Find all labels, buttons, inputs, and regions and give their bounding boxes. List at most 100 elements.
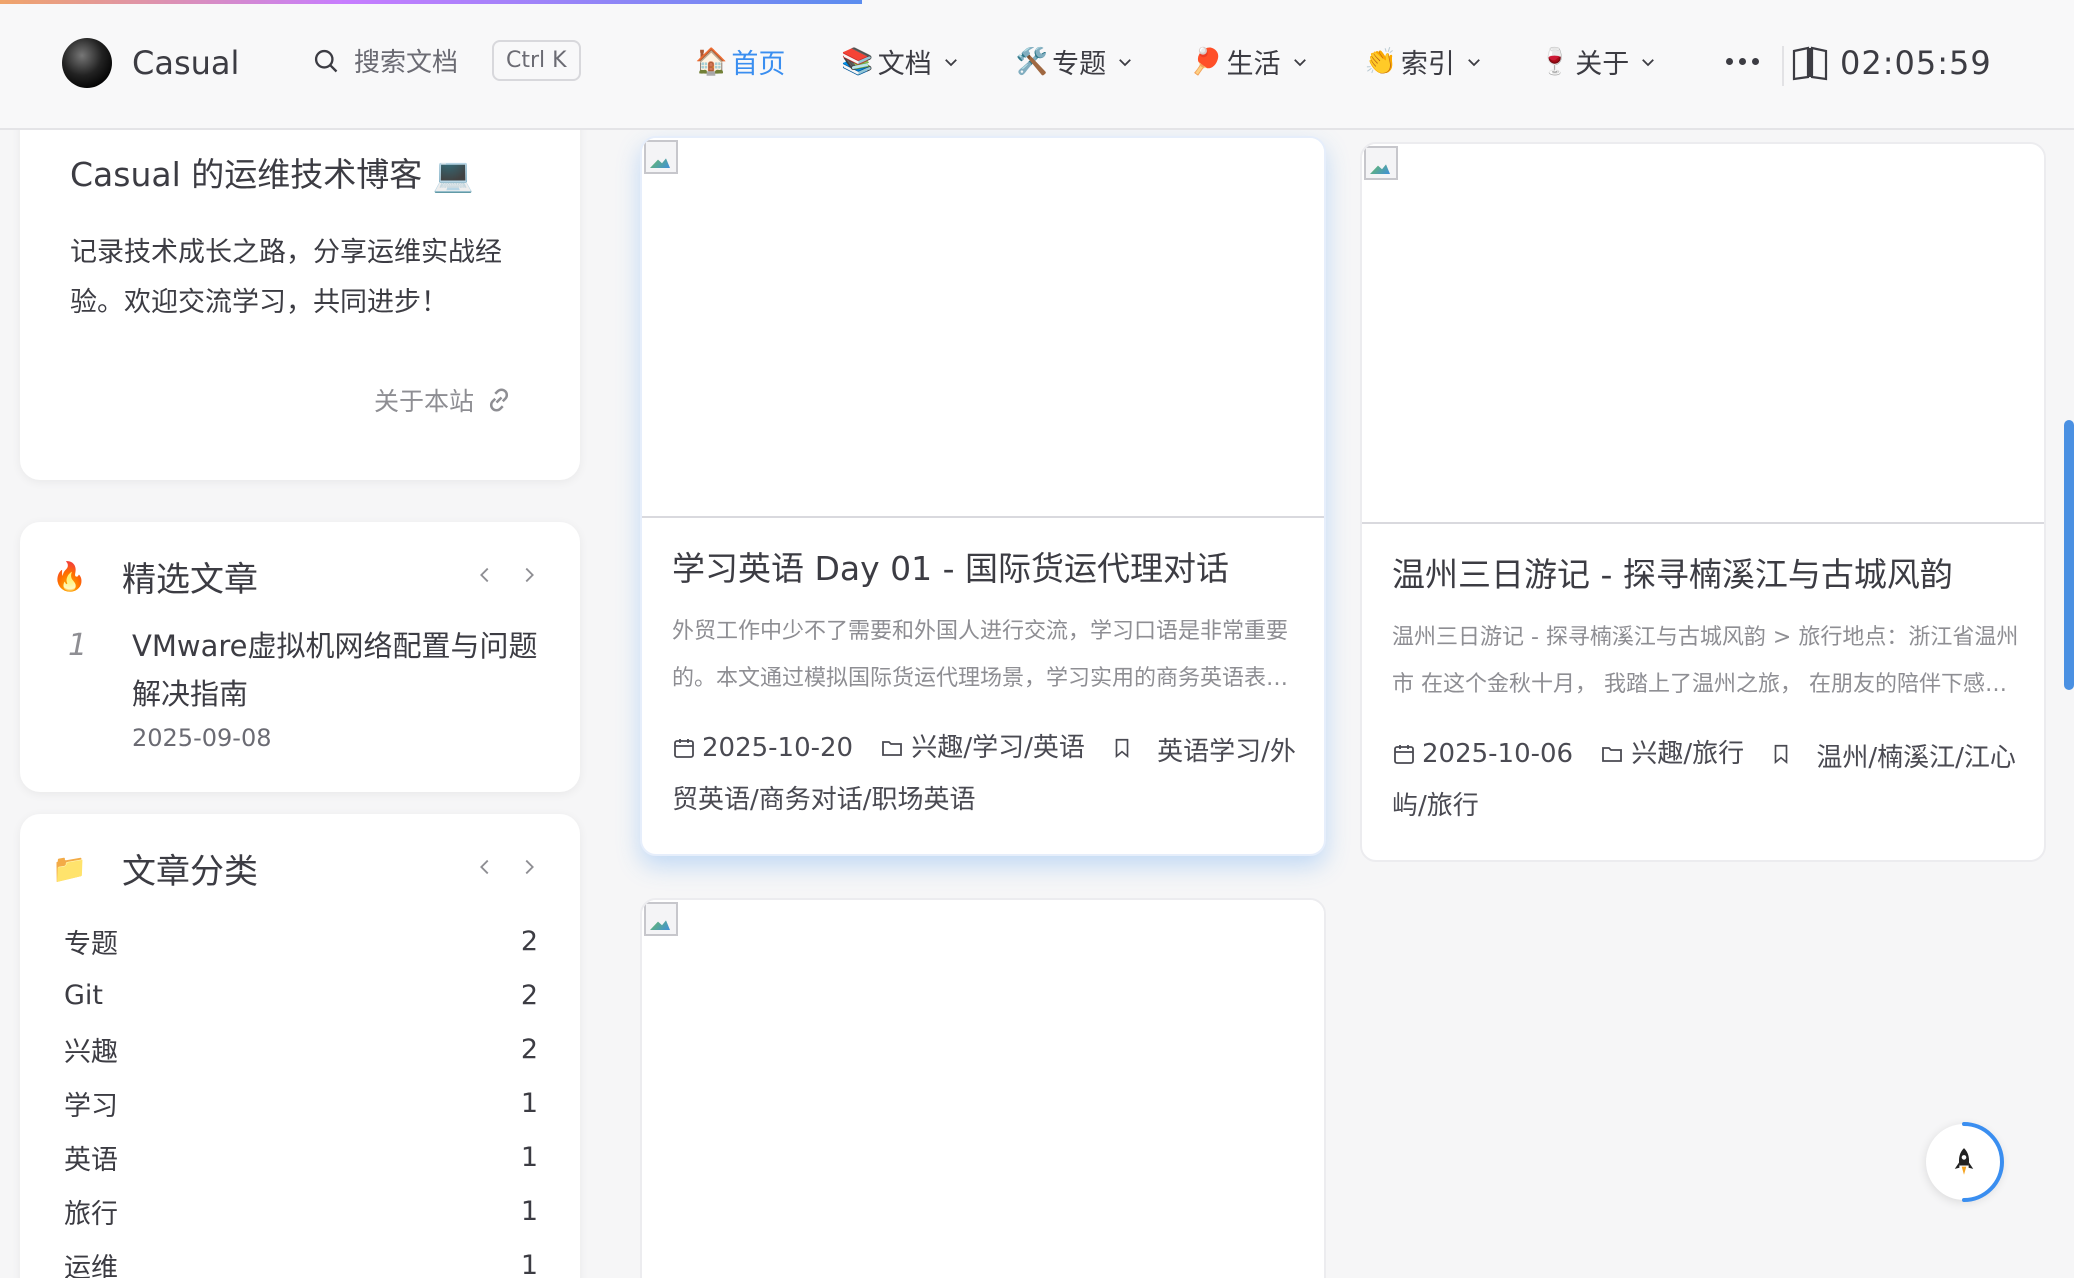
- nav-item-label: 专题: [1052, 49, 1107, 80]
- post-cover-image[interactable]: [642, 900, 1324, 1278]
- books-icon: 📚: [841, 46, 874, 77]
- blog-title: Casual 的运维技术博客 💻: [70, 155, 474, 194]
- category-item[interactable]: 旅行 1: [64, 1184, 544, 1238]
- category-name: 旅行: [64, 1198, 118, 1230]
- folder-icon: 📁: [52, 852, 87, 885]
- site-name: Casual: [132, 44, 240, 82]
- nav-clock: 02:05:59: [1790, 44, 1992, 82]
- post-title[interactable]: 温州三日游记 - 探寻楠溪江与古城风韵: [1392, 548, 1953, 596]
- category-count: 1: [520, 1249, 538, 1278]
- folder-outline-icon: [1602, 747, 1623, 762]
- featured-article-item[interactable]: 1 VMware虚拟机网络配置与问题解决指南 2025-09-08: [68, 622, 552, 752]
- page-scrollbar[interactable]: [2064, 420, 2074, 690]
- category-list: 专题 2 Git 2 兴趣 2 学习 1 英语 1 旅行 1 运维 1: [64, 914, 544, 1278]
- nav-item-life[interactable]: 🏓 生活: [1190, 42, 1308, 81]
- nav-item-label: 索引: [1400, 49, 1455, 80]
- post-card[interactable]: 温州三日游记 - 探寻楠溪江与古城风韵 温州三日游记 - 探寻楠溪江与古城风韵 …: [1360, 142, 2046, 862]
- post-excerpt: 温州三日游记 - 探寻楠溪江与古城风韵 > 旅行地点：浙江省温州市 在这个金秋十…: [1392, 625, 2019, 697]
- blog-description: 记录技术成长之路，分享运维实战经验。欢迎交流学习，共同进步！: [70, 237, 502, 318]
- featured-articles-card: 🔥 精选文章 1 VMware虚拟机网络配置与问题解决指南 2025-09-08: [20, 522, 580, 792]
- site-logo[interactable]: Casual: [62, 38, 239, 88]
- category-count: 1: [520, 1087, 538, 1119]
- post-card[interactable]: [640, 898, 1326, 1278]
- category-name: 学习: [64, 1090, 118, 1122]
- chevron-down-icon: [942, 53, 960, 71]
- post-title[interactable]: 学习英语 Day 01 - 国际货运代理对话: [672, 542, 1229, 590]
- category-count: 2: [520, 925, 538, 957]
- post-category[interactable]: 兴趣/旅行: [1599, 730, 1744, 778]
- category-item[interactable]: Git 2: [64, 968, 544, 1022]
- category-name: 兴趣: [64, 1036, 118, 1068]
- bookmark-icon: [1775, 744, 1788, 765]
- chevron-down-icon: [1639, 53, 1657, 71]
- nav-item-label: 首页: [731, 49, 786, 80]
- category-item[interactable]: 学习 1: [64, 1076, 544, 1130]
- top-navbar: Casual 搜索文档 Ctrl K 🏠 首页 📚 文档 🛠️ 专题 🏓 生活 …: [0, 0, 2074, 130]
- scroll-progress-ring: [1962, 1122, 2004, 1202]
- fire-icon: 🔥: [52, 560, 87, 593]
- category-name: Git: [64, 979, 104, 1011]
- carousel-controls: [474, 562, 540, 588]
- post-card[interactable]: 学习英语 Day 01 - 国际货运代理对话 外贸工作中少不了需要和外国人进行交…: [640, 136, 1326, 856]
- post-category-text: 兴趣/学习/英语: [911, 733, 1085, 763]
- nav-item-topics[interactable]: 🛠️ 专题: [1016, 42, 1134, 81]
- search-icon: [314, 49, 338, 72]
- tools-icon: 🛠️: [1015, 46, 1049, 77]
- category-count: 2: [520, 1033, 538, 1065]
- reading-progress-bar: [0, 0, 862, 4]
- post-tags[interactable]: [1111, 736, 1139, 760]
- about-card: Casual 的运维技术博客 💻 记录技术成长之路，分享运维实战经验。欢迎交流学…: [20, 100, 580, 480]
- search-label: 搜索文档: [354, 48, 459, 78]
- post-date: 2025-10-06: [1392, 730, 1573, 778]
- category-item[interactable]: 英语 1: [64, 1130, 544, 1184]
- main-menu: 🏠 首页 📚 文档 🛠️ 专题 🏓 生活 👏 索引 🍷 关于: [695, 42, 1713, 81]
- dot: [1726, 58, 1733, 65]
- category-name: 专题: [64, 928, 118, 960]
- nav-item-index[interactable]: 👏 索引: [1365, 42, 1483, 81]
- nav-item-about[interactable]: 🍷 关于: [1539, 42, 1657, 81]
- house-icon: 🏠: [695, 46, 728, 77]
- clapping-hands-icon: 👏: [1364, 46, 1397, 77]
- post-meta: 2025-10-20 兴趣/学习/英语 英语学习/外贸英语/商务对话/职场英语: [672, 724, 1312, 824]
- category-count: 1: [520, 1141, 538, 1173]
- chevron-left-icon[interactable]: [474, 562, 496, 588]
- card-title: 文章分类: [122, 852, 258, 892]
- about-site-link[interactable]: 关于本站: [374, 382, 514, 418]
- post-excerpt: 外贸工作中少不了需要和外国人进行交流，学习口语是非常重要的。本文通过模拟国际货运…: [672, 619, 1289, 691]
- nav-item-label: 生活: [1226, 49, 1281, 80]
- broken-image-icon: [644, 140, 678, 174]
- about-site-label: 关于本站: [373, 387, 474, 416]
- nav-item-home[interactable]: 🏠 首页: [695, 42, 785, 81]
- post-meta: 2025-10-06 兴趣/旅行 温州/楠溪江/江心屿/旅行: [1392, 730, 2032, 830]
- post-cover-image[interactable]: [642, 138, 1324, 518]
- post-cover-image[interactable]: [1362, 144, 2044, 524]
- back-to-top-button[interactable]: [1926, 1122, 2004, 1202]
- category-item[interactable]: 专题 2: [64, 914, 544, 968]
- category-count: 2: [520, 979, 538, 1011]
- chevron-right-icon[interactable]: [518, 854, 540, 880]
- book-open-icon: [1792, 46, 1828, 81]
- search-button[interactable]: 搜索文档 Ctrl K: [312, 40, 581, 81]
- featured-article-date: 2025-09-08: [132, 724, 272, 752]
- category-item[interactable]: 运维 1: [64, 1238, 544, 1278]
- post-category[interactable]: 兴趣/学习/英语: [879, 724, 1085, 772]
- nav-item-docs[interactable]: 📚 文档: [841, 42, 959, 81]
- calendar-icon: [1394, 745, 1414, 764]
- clock-time: 02:05:59: [1840, 44, 1992, 82]
- post-tags[interactable]: [1770, 742, 1798, 766]
- broken-image-icon: [644, 902, 678, 936]
- category-item[interactable]: 兴趣 2: [64, 1022, 544, 1076]
- featured-article-title[interactable]: VMware虚拟机网络配置与问题解决指南: [132, 622, 552, 718]
- carousel-controls: [474, 854, 540, 880]
- link-icon: [489, 388, 509, 412]
- dot: [1752, 58, 1759, 65]
- more-menu-button[interactable]: [1726, 58, 1759, 65]
- nav-item-label: 文档: [877, 49, 932, 80]
- category-count: 1: [520, 1195, 538, 1227]
- bookmark-icon: [1115, 738, 1129, 759]
- chevron-left-icon[interactable]: [474, 854, 496, 880]
- post-category-text: 兴趣/旅行: [1631, 739, 1745, 769]
- nav-item-label: 关于: [1575, 49, 1630, 80]
- chevron-right-icon[interactable]: [518, 562, 540, 588]
- chevron-down-icon: [1291, 53, 1309, 71]
